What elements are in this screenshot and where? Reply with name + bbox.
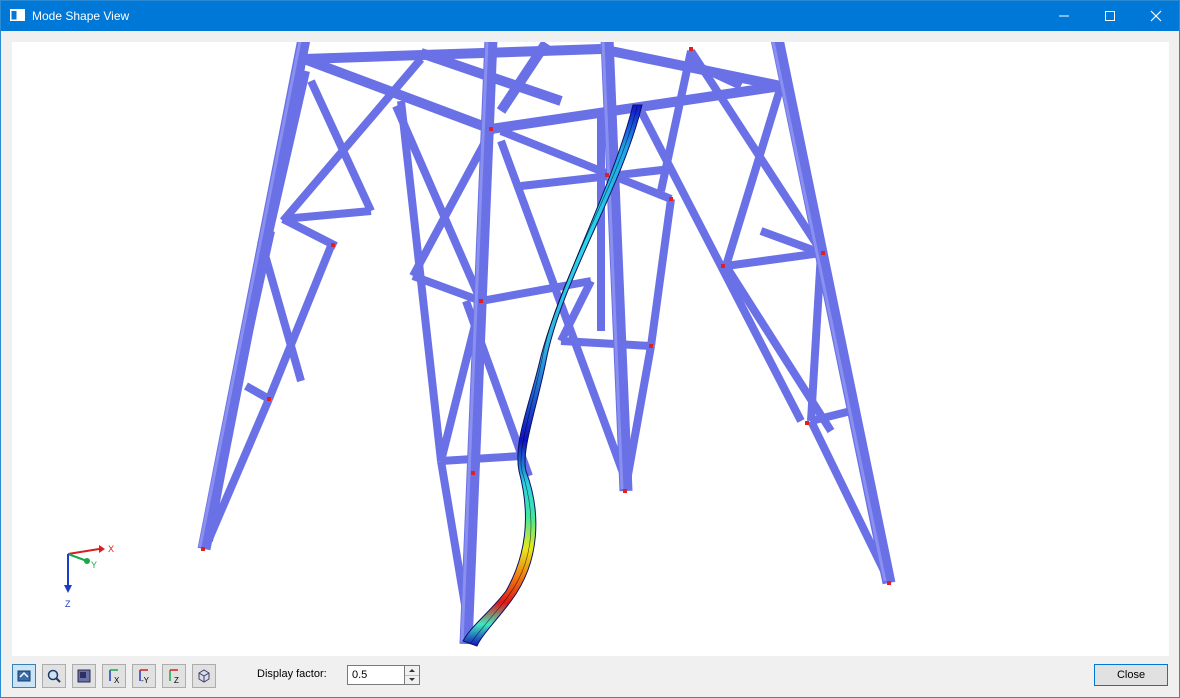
minimize-button[interactable] — [1041, 1, 1087, 31]
chevron-up-icon — [409, 669, 415, 672]
title-bar[interactable]: Mode Shape View — [1, 1, 1179, 31]
close-button-label: Close — [1116, 669, 1146, 681]
close-button[interactable]: Close — [1094, 664, 1168, 686]
minimize-icon — [1059, 15, 1069, 17]
bottom-toolbar: X -Y Z Display factor: 0.5 Close — [1, 661, 1179, 697]
svg-text:Z: Z — [174, 676, 179, 684]
window-close-button[interactable] — [1133, 1, 1179, 31]
zoom-button[interactable] — [42, 664, 66, 688]
view-z-button[interactable]: Z — [162, 664, 186, 688]
iso-view-button[interactable] — [192, 664, 216, 688]
view-tool-icon — [17, 670, 31, 682]
zoom-icon — [47, 669, 61, 683]
axis-x-label: X — [108, 544, 115, 554]
axis-z-label: Z — [65, 599, 71, 609]
svg-text:-Y: -Y — [141, 676, 150, 684]
view-x-icon: X — [109, 669, 120, 684]
model-viewport[interactable]: X Y Z — [12, 42, 1169, 656]
maximize-icon — [1105, 11, 1115, 21]
tower-model-graphic — [64, 42, 896, 647]
render-mode-button[interactable] — [72, 664, 96, 688]
view-tool-button[interactable] — [12, 664, 36, 688]
close-icon — [1150, 10, 1162, 22]
render-mode-icon — [77, 669, 91, 683]
spin-down-button[interactable] — [405, 675, 419, 684]
view-minus-y-button[interactable]: -Y — [132, 664, 156, 688]
view-minus-y-icon: -Y — [139, 669, 150, 684]
view-x-button[interactable]: X — [102, 664, 126, 688]
display-factor-label: Display factor: — [257, 668, 327, 680]
display-factor-spinner[interactable] — [405, 665, 420, 685]
mode-shape-window: Mode Shape View X Y Z X -Y Z Display fac… — [0, 0, 1180, 698]
iso-view-icon — [198, 669, 210, 683]
display-factor-input[interactable]: 0.5 — [347, 665, 405, 685]
axis-triad — [64, 545, 105, 593]
chevron-down-icon — [409, 678, 415, 681]
window-title: Mode Shape View — [32, 9, 130, 23]
svg-text:X: X — [114, 676, 120, 684]
maximize-button[interactable] — [1087, 1, 1133, 31]
view-z-icon: Z — [169, 669, 179, 684]
app-window-icon — [10, 9, 25, 21]
axis-y-label: Y — [91, 560, 98, 570]
